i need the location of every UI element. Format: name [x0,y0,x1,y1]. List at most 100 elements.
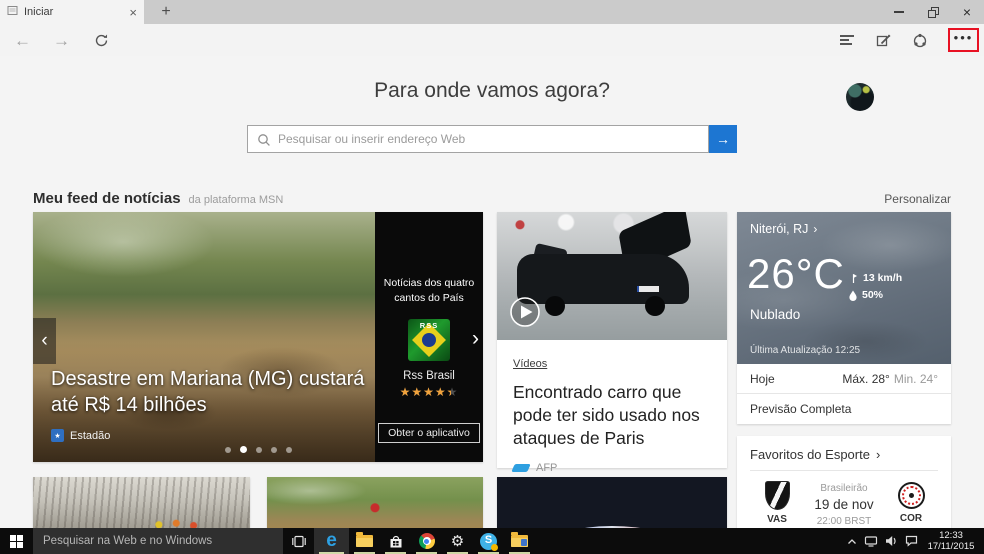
refresh-button[interactable] [94,33,109,48]
forward-button[interactable]: → [53,32,70,49]
system-tray: 12:33 17/11/2015 [847,530,984,552]
gear-icon: ⚙ [450,532,465,550]
weather-card[interactable]: Niterói, RJ › 26°C 13 km/h 50% Nublado Úl… [737,212,951,424]
chrome-button[interactable] [411,528,442,554]
video-headline[interactable]: Encontrado carro que pode ter sido usado… [513,381,711,449]
feed-title: Meu feed de notícias [33,190,181,207]
humidity: 50% [862,289,884,301]
close-button[interactable]: × [950,0,984,24]
chevron-up-icon[interactable] [847,538,857,545]
folder-flag-icon [511,532,528,547]
tray-date: 17/11/2015 [927,541,975,552]
weather-location-link[interactable]: Niterói, RJ › [750,222,817,236]
web-note-icon[interactable] [876,32,892,48]
tray-time: 12:33 [939,530,963,541]
forecast-link[interactable]: Previsão Completa [737,394,951,424]
match-row[interactable]: VAS Brasileirão 19 de nov 22:00 BRST COR [737,471,951,528]
main-headline[interactable]: Desastre em Mariana (MG) custará até R$ … [51,367,365,418]
carousel-dot[interactable] [285,447,292,453]
weather-sky-image: Niterói, RJ › 26°C 13 km/h 50% Nublado Úl… [737,212,951,364]
temp-max: Máx. 28° [842,371,890,386]
address-search-bar: → [247,125,737,153]
weather-today-row: Hoje Máx. 28° Min. 24° [737,364,951,394]
get-app-button[interactable]: Obter o aplicativo [378,423,480,444]
chevron-right-icon: › [813,222,818,236]
personalize-link[interactable]: Personalizar [884,192,951,206]
tab-close-icon[interactable]: × [129,6,137,19]
team-away: COR [891,481,931,524]
back-button[interactable]: ← [14,32,31,49]
file-explorer-button[interactable] [349,528,380,554]
edge-icon: e [326,529,337,551]
promo-title: Notícias dos quatro cantos do País [383,277,475,305]
user-avatar[interactable] [846,83,874,111]
store-button[interactable] [380,528,411,554]
skype-button[interactable]: S [473,528,504,554]
taskbar-clock[interactable]: 12:33 17/11/2015 [925,530,977,552]
network-icon[interactable] [864,535,878,547]
feed-header: Meu feed de notícias da plataforma MSN P… [33,190,951,207]
titlebar: Iniciar × + × [0,0,984,24]
sports-title-link[interactable]: Favoritos do Esporte › [737,436,951,470]
source-row: ★ Estadão [51,429,110,442]
promo-app-name: Rss Brasil [403,370,455,383]
carousel-dot[interactable] [255,447,262,453]
new-tab-button[interactable]: + [152,0,180,24]
carousel-next-button[interactable]: › [472,328,479,349]
chevron-right-icon: › [875,447,881,462]
windows-taskbar: e ⚙ S [0,528,984,554]
weather-condition: Nublado [750,307,801,322]
search-box [247,125,709,153]
task-view-icon [291,535,306,547]
today-label: Hoje [750,371,775,386]
page-title: Para onde vamos agora? [374,79,610,102]
news-card-main[interactable]: Notícias dos quatro cantos do País RSS R… [33,212,483,462]
window-controls: × [882,0,984,24]
restore-icon [927,6,939,18]
rss-brasil-app-icon: RSS [408,319,450,362]
taskbar-search-input[interactable] [33,528,283,554]
match-date: 19 de nov [814,497,874,512]
match-time: 22:00 BRST [816,515,872,527]
hub-icon[interactable] [840,35,854,45]
star-rating: ★★★★★ ★★★★★ [399,385,459,400]
category-link[interactable]: Vídeos [513,358,547,370]
temperature: 26°C [747,250,845,297]
carousel-dot[interactable] [270,447,277,453]
action-center-icon[interactable] [905,535,918,547]
news-card-video[interactable]: Vídeos Encontrado carro que pode ter sid… [497,212,727,474]
app-promo-panel: Notícias dos quatro cantos do País RSS R… [375,212,483,462]
search-go-button[interactable]: → [709,125,737,153]
edge-taskbar-button[interactable]: e [314,528,349,554]
source-name: AFP [536,462,558,475]
share-icon[interactable] [912,32,928,48]
carousel-dot-active[interactable] [239,446,247,453]
taskbar-search-box [33,528,283,554]
news-image-car [497,212,727,340]
carousel-dot[interactable] [224,447,231,453]
wind-icon [852,273,857,283]
folder-icon [356,532,373,547]
more-actions-button[interactable]: ••• [954,31,974,44]
restore-button[interactable] [916,0,950,24]
carousel-prev-button[interactable]: ‹ [33,318,56,364]
documents-folder-button[interactable] [504,528,535,554]
minimize-button[interactable] [882,0,916,24]
tab-iniciar[interactable]: Iniciar × [0,0,144,24]
search-input[interactable] [248,126,708,152]
source-row: AFP [511,462,711,475]
task-view-button[interactable] [283,528,314,554]
temp-min: Min. 24° [893,371,938,386]
settings-button[interactable]: ⚙ [442,528,473,554]
volume-icon[interactable] [885,535,898,547]
play-icon[interactable] [509,296,541,333]
close-icon: × [962,4,972,20]
start-button[interactable] [0,528,33,554]
carousel-dots[interactable] [33,446,483,453]
edge-browser-window: Iniciar × + × ← → ••• Para onde vamos ag… [0,0,984,554]
source-name: Estadão [70,429,111,442]
minimize-icon [894,11,904,13]
team-home: VAS [757,481,797,525]
more-actions-highlight: ••• [948,28,979,52]
browser-toolbar: ← → ••• [0,24,984,56]
